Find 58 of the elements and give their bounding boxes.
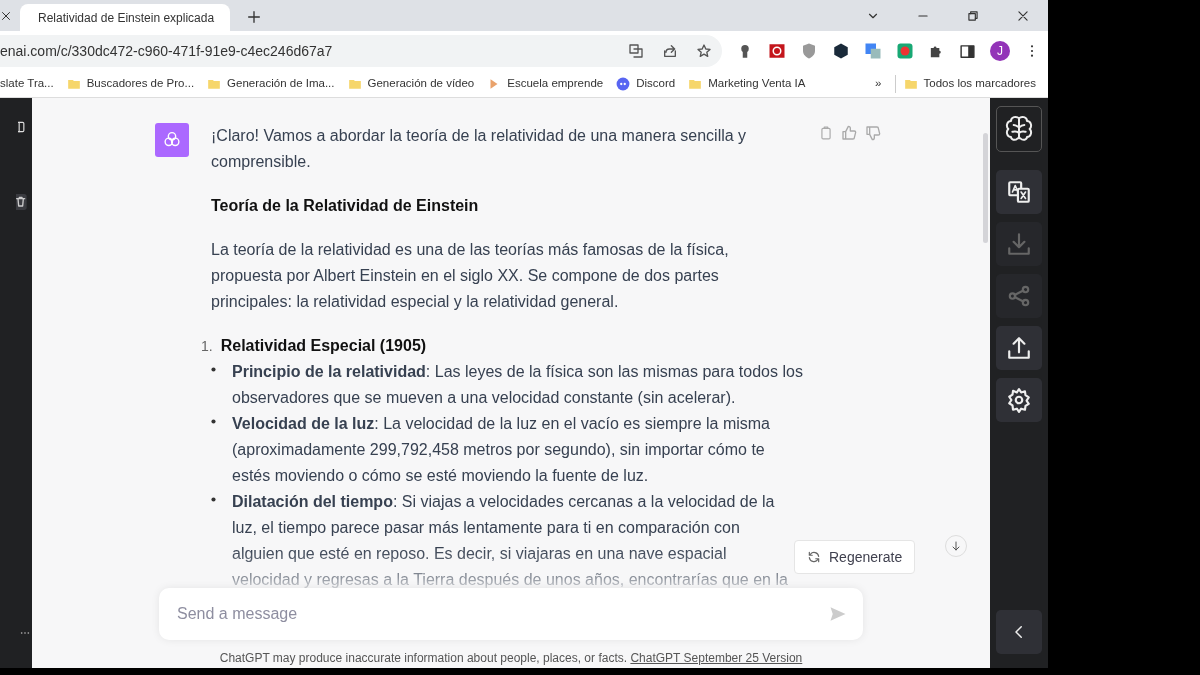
translate-icon [1006, 179, 1032, 205]
list-item-text: Principio de la relatividad: Las leyes de la física son las mismas para todos los observadores que se mueven a una velocidad constante (sin acelerar). [232, 362, 803, 408]
folder-icon [66, 77, 81, 91]
folder-icon [903, 77, 918, 91]
bookmark-link[interactable]: slate Tra... [0, 75, 54, 93]
close-icon[interactable] [0, 10, 12, 22]
side-panel-icon[interactable] [959, 42, 976, 60]
bullet-icon [211, 419, 216, 424]
message-text: La teoría de la relatividad es una de las teorías más famosas de la física, propuesta por Albert Einstein en el siglo XX. Se compone de dos partes principales: la relatividad especial y la relatividad general. [211, 240, 730, 312]
thumbs-down-icon[interactable] [865, 125, 881, 141]
extension-icon[interactable] [832, 42, 850, 60]
list-item-text: Dilatación del tiempo: Si viajas a velocidades cercanas a la velocidad de la luz, el tiempo parece pasar más lentamente para ti en comparación con alguien que esté en reposo. Es decir, si viajaras en una nave espacial velocidad y regresas a la Tierra después de unos años, encontrarías que en la [232, 492, 788, 590]
brain-button[interactable] [996, 106, 1042, 152]
message-input[interactable]: Send a message [159, 588, 863, 640]
list-number: 1. [201, 337, 213, 356]
bullet-icon [211, 367, 216, 372]
close-icon[interactable] [1016, 9, 1030, 23]
thumbs-up-icon[interactable] [841, 125, 857, 141]
settings-icon [1006, 387, 1032, 413]
version-link[interactable]: ChatGPT September 25 Version [630, 651, 803, 665]
more-bookmarks-button[interactable]: » [875, 75, 882, 93]
restore-icon[interactable] [966, 9, 980, 23]
browser-tab[interactable]: Relatividad de Einstein explicada [20, 4, 230, 31]
clipboard-icon[interactable] [819, 125, 833, 141]
share-icon[interactable] [662, 43, 678, 59]
bookmark-link[interactable]: Marketing Venta IA [708, 75, 806, 93]
folder-icon [347, 77, 362, 91]
share-icon [1006, 283, 1032, 309]
bookmark-link[interactable]: Buscadores de Pro... [86, 75, 195, 93]
star-icon[interactable] [696, 43, 712, 59]
scrollbar[interactable] [983, 133, 988, 243]
message-field[interactable]: Send a message [175, 601, 829, 627]
translate-icon[interactable] [628, 43, 644, 59]
tool-button[interactable] [996, 326, 1042, 370]
refresh-icon [807, 550, 821, 564]
bookmark-link[interactable]: Generación de vídeo [367, 75, 475, 93]
tool-button[interactable] [996, 378, 1042, 422]
disclaimer-text: ChatGPT may produce inaccurate information about people, places, or facts. ChatGPT September 25 Version [218, 650, 804, 667]
extension-icon[interactable] [768, 42, 786, 60]
upload-icon [1006, 335, 1032, 361]
bullet-icon [211, 497, 216, 502]
profile-avatar[interactable]: J [990, 41, 1010, 61]
bookmark-link[interactable]: Todos los marcadores [923, 75, 1036, 93]
message-heading: Teoría de la Relatividad de Einstein [211, 196, 480, 216]
list-item-text: Velocidad de la luz: La velocidad de la luz en el vacío es siempre la misma (aproximadamente 299,792,458 metros por segundo), sin importar cómo te estés moviendo o cómo se esté moviendo la fuente de luz. [232, 414, 770, 486]
bookmark-link[interactable]: Escuela emprende [507, 75, 604, 93]
regenerate-button[interactable]: Regenerate [794, 540, 916, 574]
new-tab-icon[interactable] [246, 9, 262, 25]
down-arrow-icon [950, 540, 962, 552]
bookmark-link[interactable]: Generación de Ima... [227, 75, 335, 93]
download-icon [1006, 231, 1032, 257]
folder-icon [207, 77, 222, 91]
list-heading: Relatividad Especial (1905) [220, 336, 427, 356]
discord-icon [616, 77, 631, 91]
tool-button[interactable] [996, 170, 1042, 214]
bookmark-link[interactable]: Discord [636, 75, 676, 93]
folder-icon [688, 77, 703, 91]
message-text: ¡Claro! Vamos a abordar la teoría de la relatividad de una manera sencilla y comprensible. [211, 126, 748, 172]
